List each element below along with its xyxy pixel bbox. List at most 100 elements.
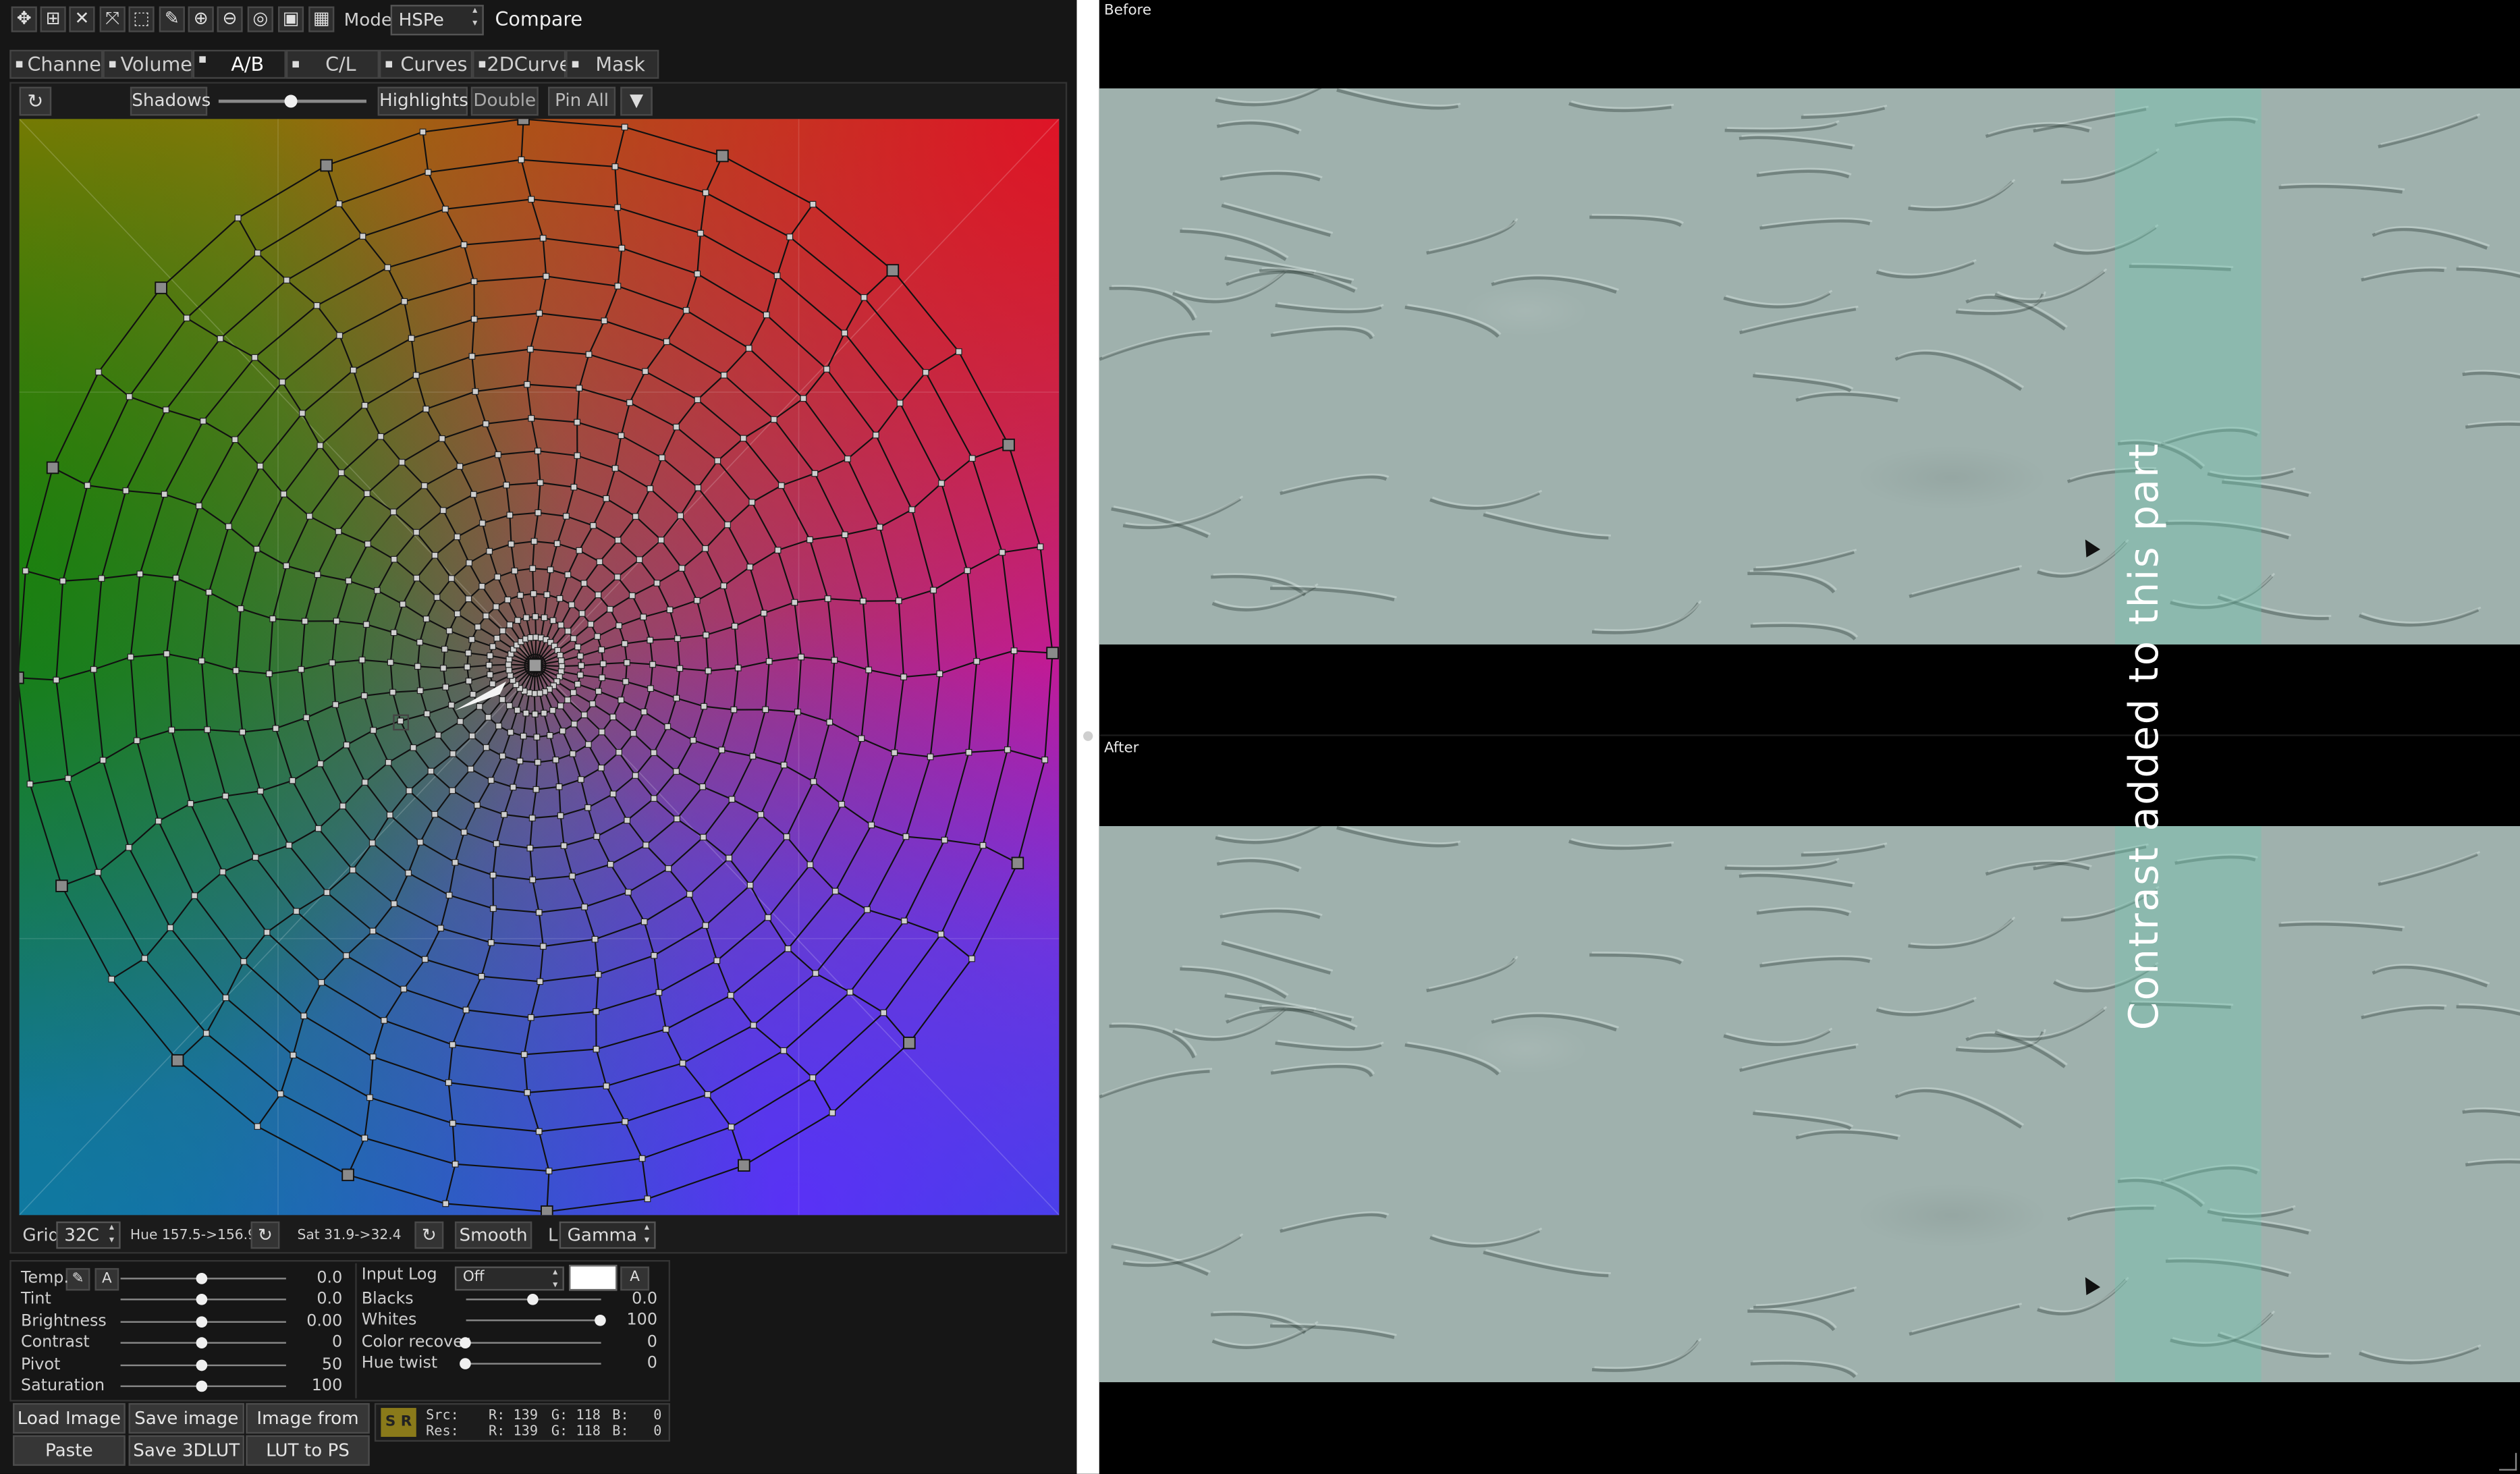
mesh-node[interactable] (526, 346, 534, 353)
mesh-node[interactable] (728, 1123, 735, 1130)
mesh-node[interactable] (265, 670, 273, 678)
mesh-node[interactable] (831, 657, 838, 664)
mesh-node[interactable] (98, 575, 105, 582)
mesh-node[interactable] (842, 531, 848, 539)
slider-knob[interactable] (527, 1294, 539, 1305)
mesh-node-handle[interactable] (55, 879, 68, 892)
mesh-node[interactable] (702, 545, 709, 552)
mesh-node[interactable] (416, 838, 424, 846)
mesh-node[interactable] (937, 931, 945, 937)
mesh-node[interactable] (381, 1017, 388, 1024)
mesh-node[interactable] (578, 610, 586, 617)
white-swatch[interactable] (569, 1265, 618, 1291)
mesh-node[interactable] (172, 574, 180, 582)
mesh-node[interactable] (702, 189, 709, 196)
fit-icon[interactable]: ⊞ (40, 6, 66, 32)
mesh-node[interactable] (474, 802, 481, 809)
mesh-node[interactable] (468, 636, 476, 643)
mesh-node[interactable] (665, 865, 672, 872)
mesh-node[interactable] (557, 622, 564, 629)
mesh-node[interactable] (317, 760, 324, 767)
mesh-node[interactable] (800, 395, 807, 402)
mesh-node[interactable] (595, 971, 602, 978)
tab-volume[interactable]: Volume (103, 49, 193, 79)
mesh-node[interactable] (433, 594, 441, 601)
mesh-node[interactable] (161, 491, 168, 498)
mesh-node[interactable] (470, 491, 477, 498)
mesh-node[interactable] (237, 605, 244, 612)
mesh-node[interactable] (508, 541, 515, 547)
mesh-node[interactable] (621, 640, 628, 647)
mesh-node[interactable] (679, 1060, 686, 1067)
mesh-node[interactable] (503, 481, 510, 489)
mesh-node[interactable] (408, 335, 415, 342)
mesh-node[interactable] (485, 661, 493, 669)
mesh-node[interactable] (568, 601, 575, 608)
mesh-node[interactable] (507, 729, 514, 736)
mesh-node[interactable] (973, 658, 981, 665)
mesh-node[interactable] (704, 1091, 711, 1098)
mesh-node[interactable] (398, 459, 406, 466)
mesh-node[interactable] (427, 767, 435, 775)
mesh-node[interactable] (599, 660, 607, 667)
mesh-node[interactable] (445, 627, 453, 634)
mesh-node[interactable] (416, 638, 423, 646)
mesh-node[interactable] (94, 869, 102, 876)
mesh-node[interactable] (557, 657, 565, 664)
mesh-node[interactable] (570, 689, 577, 697)
mesh-node[interactable] (256, 462, 264, 470)
mesh-node[interactable] (891, 749, 898, 757)
smooth-button[interactable]: Smooth (454, 1221, 532, 1249)
mesh-node[interactable] (483, 420, 489, 427)
grid-select[interactable]: 32C (56, 1221, 121, 1249)
mesh-node[interactable] (360, 692, 368, 699)
mesh-node[interactable] (564, 628, 572, 635)
mesh-node[interactable] (730, 706, 738, 713)
mesh-node[interactable] (329, 659, 336, 666)
mesh-node[interactable] (470, 316, 478, 323)
mesh-node[interactable] (530, 538, 538, 545)
reset-icon[interactable]: ↻ (19, 86, 52, 116)
mesh-node[interactable] (731, 622, 738, 630)
mesh-node[interactable] (806, 536, 813, 543)
mesh-node[interactable] (232, 667, 240, 674)
mesh-node[interactable] (479, 520, 486, 527)
mesh-node[interactable] (609, 790, 617, 798)
mesh-node[interactable] (514, 707, 521, 714)
mesh-node[interactable] (465, 649, 472, 657)
mesh-node[interactable] (1041, 757, 1049, 763)
mesh-node[interactable] (414, 663, 421, 670)
mesh-node[interactable] (368, 840, 376, 846)
mesh-node[interactable] (611, 465, 619, 472)
mesh-node[interactable] (485, 713, 492, 721)
mesh-node[interactable] (314, 571, 321, 578)
mesh-node[interactable] (780, 761, 788, 769)
mesh-node[interactable] (530, 590, 537, 597)
mesh-node[interactable] (647, 485, 654, 492)
mesh-node[interactable] (831, 888, 839, 895)
mesh-node[interactable] (826, 719, 833, 726)
tab-checkbox[interactable] (109, 61, 116, 68)
mesh-node[interactable] (225, 523, 232, 530)
mesh-node[interactable] (725, 854, 733, 862)
mesh-node[interactable] (649, 661, 656, 668)
mesh-node[interactable] (549, 617, 557, 624)
mesh-node-handle[interactable] (155, 281, 167, 294)
lut-to-ps-button[interactable]: LUT to PS (246, 1435, 370, 1466)
mesh-node[interactable] (283, 277, 290, 283)
mesh-node[interactable] (204, 726, 211, 734)
slider-knob[interactable] (196, 1315, 208, 1328)
mesh-node[interactable] (195, 502, 202, 510)
mesh-node[interactable] (557, 812, 564, 819)
mesh-node[interactable] (540, 943, 547, 950)
mesh-node[interactable] (838, 800, 846, 808)
mesh-node[interactable] (95, 368, 102, 376)
mesh-node[interactable] (543, 273, 550, 280)
mesh-node[interactable] (391, 900, 398, 907)
mesh-node[interactable] (441, 205, 449, 213)
mesh-node[interactable] (280, 491, 287, 497)
mesh-node[interactable] (205, 589, 213, 596)
mesh-node[interactable] (441, 645, 448, 653)
mesh-node[interactable] (577, 672, 584, 679)
slider-track[interactable] (466, 1363, 601, 1365)
